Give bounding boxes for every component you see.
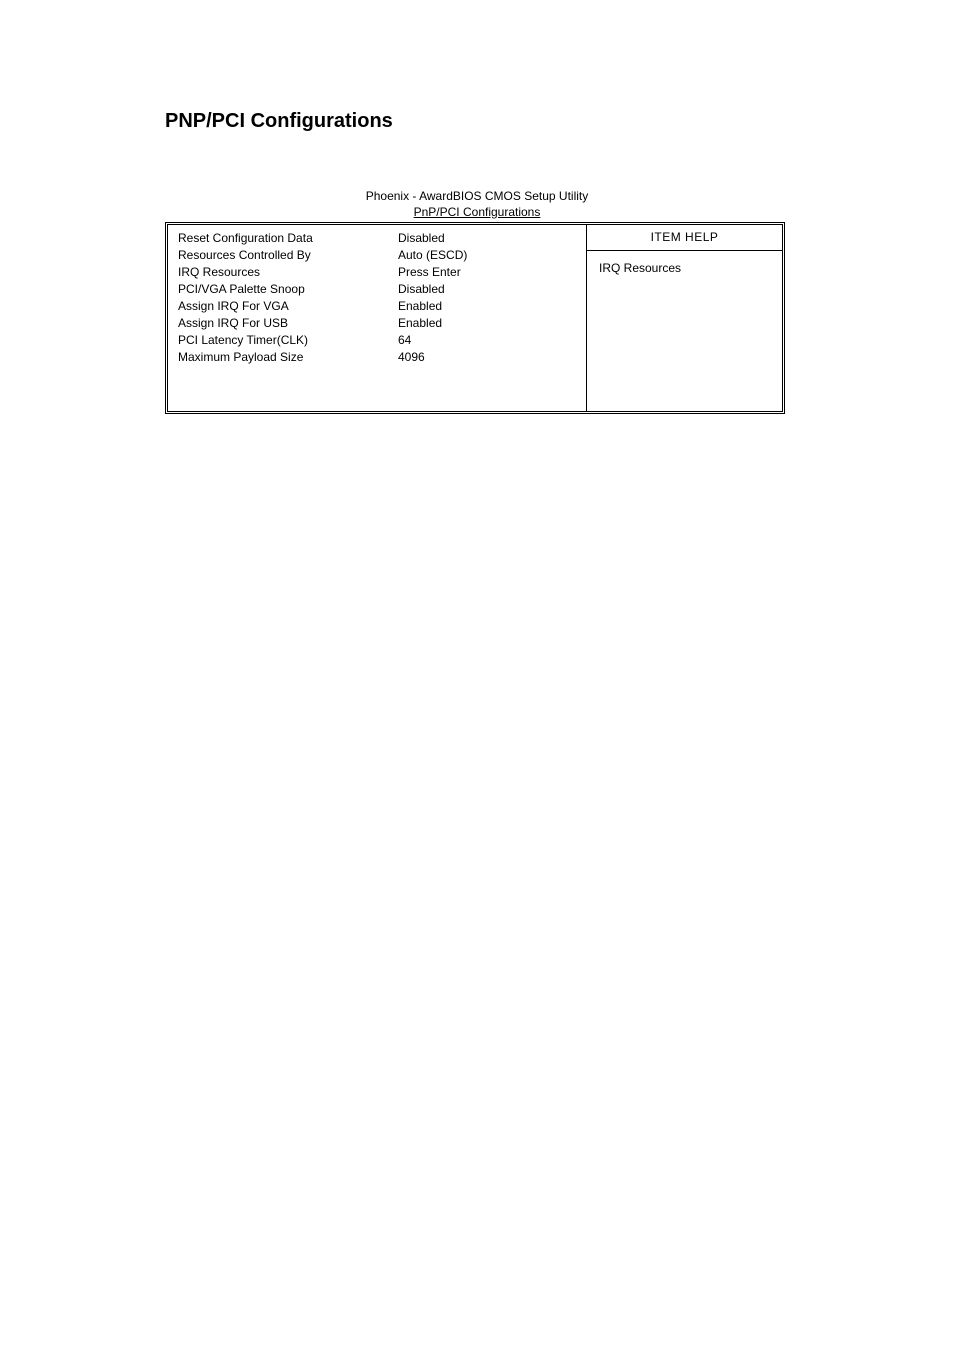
setting-value[interactable]: Enabled <box>398 316 578 330</box>
item-help-body: IRQ Resources <box>587 251 782 411</box>
setting-label[interactable]: PCI Latency Timer(CLK) <box>178 333 398 347</box>
item-help-header: ITEM HELP <box>587 225 782 251</box>
setting-value[interactable]: Disabled <box>398 282 578 296</box>
settings-values-column: Disabled Auto (ESCD) Press Enter Disable… <box>398 231 578 405</box>
setting-label[interactable]: Assign IRQ For USB <box>178 316 398 330</box>
setting-value[interactable]: 64 <box>398 333 578 347</box>
caption-line1: Phoenix - AwardBIOS CMOS Setup Utility <box>165 189 789 205</box>
setting-label[interactable]: IRQ Resources <box>178 265 398 279</box>
setting-value[interactable]: Enabled <box>398 299 578 313</box>
setting-value[interactable]: 4096 <box>398 350 578 364</box>
setting-value[interactable]: Disabled <box>398 231 578 245</box>
setting-label[interactable]: Maximum Payload Size <box>178 350 398 364</box>
page-heading: PNP/PCI Configurations <box>165 110 789 133</box>
item-help-panel: ITEM HELP IRQ Resources <box>586 225 782 411</box>
bios-settings-area: Reset Configuration Data Resources Contr… <box>168 225 586 411</box>
caption-line2: PnP/PCI Configurations <box>165 205 789 221</box>
setting-value[interactable]: Press Enter <box>398 265 578 279</box>
setting-value[interactable]: Auto (ESCD) <box>398 248 578 262</box>
setting-label[interactable]: PCI/VGA Palette Snoop <box>178 282 398 296</box>
bios-panel: Reset Configuration Data Resources Contr… <box>165 222 785 414</box>
setting-label[interactable]: Assign IRQ For VGA <box>178 299 398 313</box>
setting-label[interactable]: Resources Controlled By <box>178 248 398 262</box>
settings-labels-column: Reset Configuration Data Resources Contr… <box>178 231 398 405</box>
bios-caption: Phoenix - AwardBIOS CMOS Setup Utility P… <box>165 189 789 220</box>
setting-label[interactable]: Reset Configuration Data <box>178 231 398 245</box>
